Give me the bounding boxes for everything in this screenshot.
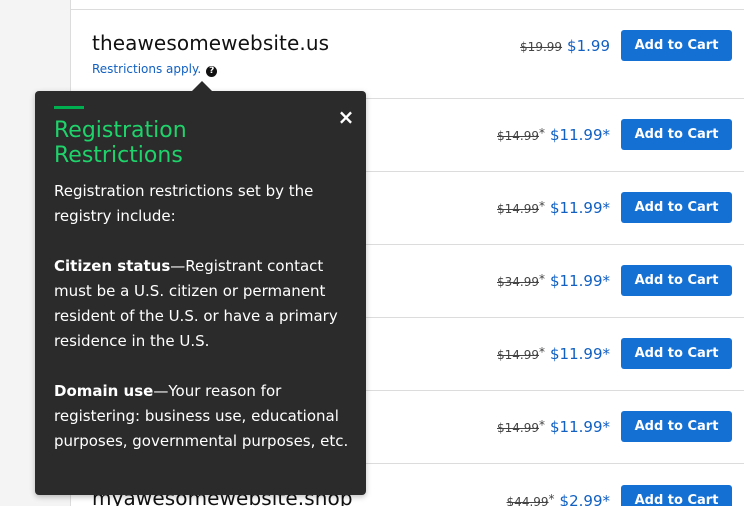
price: $44.99* $2.99* bbox=[507, 492, 610, 506]
tooltip-citizen-status: Citizen status—Registrant contact must b… bbox=[54, 254, 354, 354]
old-price-asterisk: * bbox=[548, 492, 555, 506]
old-price-asterisk: * bbox=[539, 126, 545, 140]
old-price: $14.99 bbox=[497, 421, 539, 435]
citizen-status-label: Citizen status bbox=[54, 257, 171, 275]
domain-name: theawesomewebsite.us bbox=[92, 31, 330, 55]
price: $19.99 $1.99 bbox=[520, 37, 610, 55]
close-icon[interactable]: × bbox=[337, 107, 355, 127]
question-circle-icon[interactable]: ? bbox=[206, 66, 218, 77]
tooltip-title-line: Registration bbox=[54, 118, 187, 143]
restrictions-label[interactable]: Restrictions apply. bbox=[92, 62, 201, 76]
restrictions-tooltip: Registration Restrictions × Registration… bbox=[35, 81, 366, 495]
domain-row: theawesomewebsite.us Restrictions apply.… bbox=[71, 10, 744, 99]
tooltip-domain-use: Domain use—Your reason for registering: … bbox=[54, 379, 354, 454]
old-price-asterisk: * bbox=[539, 345, 545, 359]
old-price: $14.99 bbox=[497, 348, 539, 362]
new-price: $11.99* bbox=[550, 272, 610, 290]
old-price: $19.99 bbox=[520, 40, 563, 54]
add-to-cart-button[interactable]: Add to Cart bbox=[621, 192, 732, 223]
new-price: $11.99* bbox=[550, 199, 610, 217]
new-price: $1.99 bbox=[567, 37, 610, 55]
restrictions-link[interactable]: Restrictions apply.? bbox=[92, 62, 218, 77]
old-price: $34.99 bbox=[497, 275, 539, 289]
old-price: $44.99 bbox=[506, 495, 549, 506]
accent-bar bbox=[54, 106, 84, 109]
new-price: $11.99* bbox=[550, 126, 610, 144]
old-price: $14.99 bbox=[497, 202, 539, 216]
new-price: $2.99* bbox=[559, 492, 610, 506]
tooltip-title-line: Restrictions bbox=[54, 143, 183, 168]
price: $14.99* $11.99* bbox=[497, 418, 610, 436]
add-to-cart-button[interactable]: Add to Cart bbox=[621, 119, 732, 150]
new-price: $11.99* bbox=[550, 345, 610, 363]
add-to-cart-button[interactable]: Add to Cart bbox=[621, 265, 732, 296]
tooltip-body: Registration restrictions set by the reg… bbox=[54, 179, 354, 479]
domain-use-label: Domain use bbox=[54, 382, 154, 400]
tooltip-title: Registration Restrictions bbox=[54, 118, 304, 168]
new-price: $11.99* bbox=[550, 418, 610, 436]
add-to-cart-button[interactable]: Add to Cart bbox=[621, 485, 732, 506]
add-to-cart-button[interactable]: Add to Cart bbox=[621, 338, 732, 369]
price: $14.99* $11.99* bbox=[497, 345, 610, 363]
price: $34.99* $11.99* bbox=[497, 272, 610, 290]
price: $14.99* $11.99* bbox=[497, 126, 610, 144]
old-price-asterisk: * bbox=[539, 272, 545, 286]
old-price: $14.99 bbox=[497, 129, 539, 143]
old-price-asterisk: * bbox=[539, 199, 545, 213]
price: $14.99* $11.99* bbox=[497, 199, 610, 217]
domain-results-page: theawesomewebsite.us Restrictions apply.… bbox=[0, 0, 744, 506]
tooltip-intro: Registration restrictions set by the reg… bbox=[54, 182, 314, 225]
tooltip-arrow bbox=[192, 81, 212, 91]
add-to-cart-button[interactable]: Add to Cart bbox=[621, 411, 732, 442]
add-to-cart-button[interactable]: Add to Cart bbox=[621, 30, 732, 61]
old-price-asterisk: * bbox=[539, 418, 545, 432]
